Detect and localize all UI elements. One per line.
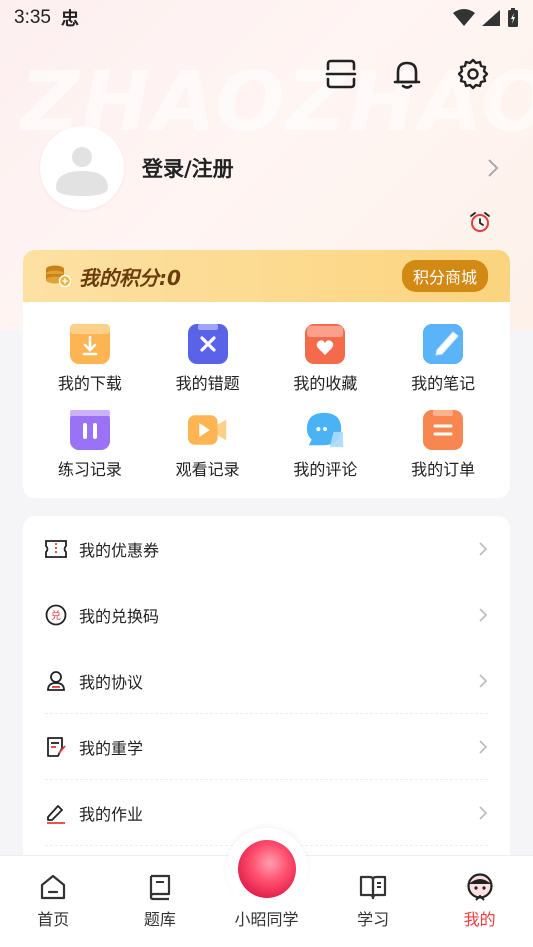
tab-label: 学习 [357,910,390,929]
grid-item-practice-record[interactable]: 练习记录 [31,410,149,480]
menu-label: 我的协议 [79,673,144,692]
assistant-floating-button[interactable] [226,828,308,910]
battery-icon [508,8,518,27]
top-toolbar [323,56,491,92]
favorite-box-icon [305,324,346,364]
grid-item-downloads[interactable]: 我的下载 [31,324,149,394]
grid-label: 观看记录 [175,460,240,479]
menu-label: 我的作业 [79,805,144,824]
default-avatar-icon [56,147,108,196]
chevron-right-icon [479,806,488,820]
svg-text:兑: 兑 [51,609,61,622]
menu-label: 我的重学 [79,739,144,758]
menu-item-coupons[interactable]: 我的优惠券 [23,516,510,582]
coupon-icon [45,538,67,560]
grid-item-notes[interactable]: 我的笔记 [384,324,502,394]
chevron-right-icon [479,542,488,556]
scan-button[interactable] [323,56,359,92]
grid-label: 练习记录 [57,460,122,479]
status-time: 3:35 [14,7,51,28]
feature-grid: 我的下载 我的错题 我的收藏 我的笔记 练习记录 观看记录 我的评论 我的订单 [23,302,510,480]
grid-item-comments[interactable]: 我的评论 [267,410,385,480]
relearn-icon [45,736,67,758]
gear-icon [457,58,489,90]
chevron-right-icon [479,674,488,688]
wifi-icon [453,9,475,26]
homework-icon [45,802,67,824]
menu-list: 我的优惠券 兑 我的兑换码 我的协议 我的重学 我的作业 [23,516,510,876]
grid-label: 我的笔记 [411,374,476,393]
grid-item-favorites[interactable]: 我的收藏 [267,324,385,394]
menu-item-relearn[interactable]: 我的重学 [23,714,510,780]
profile-face-icon [467,873,493,901]
scan-icon [325,59,357,89]
signal-icon [482,10,500,26]
tab-label: 题库 [143,910,176,929]
chevron-right-icon [479,608,488,622]
tab-mine[interactable]: 我的 [426,856,533,947]
login-register-link[interactable]: 登录/注册 [142,153,234,183]
study-book-icon [359,875,387,900]
profile-header[interactable]: 登录/注册 [40,126,500,210]
points-mall-button[interactable]: 积分商城 [401,260,488,292]
points-header: 我的积分:0 积分商城 [23,250,510,302]
download-folder-icon [69,324,110,364]
grid-label: 我的错题 [175,374,240,393]
menu-label: 我的兑换码 [79,607,160,626]
alarm-clock-icon[interactable] [469,211,491,233]
tab-label: 我的 [463,910,496,929]
tab-home[interactable]: 首页 [0,856,107,947]
status-bar: 3:35 忠 [0,0,533,36]
redeem-code-icon: 兑 [45,604,67,626]
tab-study[interactable]: 学习 [320,856,427,947]
menu-item-agreement[interactable]: 我的协议 [23,648,510,714]
chevron-right-icon [479,740,488,754]
bell-icon [393,61,421,89]
video-record-icon [187,410,228,450]
menu-label: 我的优惠券 [79,541,160,560]
avatar[interactable] [40,126,124,210]
practice-record-icon [69,410,110,450]
menu-item-redeem-code[interactable]: 兑 我的兑换码 [23,582,510,648]
status-app-glyph: 忠 [60,9,79,30]
assistant-ball-icon [238,840,296,898]
settings-button[interactable] [455,56,491,92]
tab-label: 首页 [37,910,70,929]
agreement-icon [45,670,67,692]
comment-bubble-icon [305,410,345,450]
grid-item-wrong-questions[interactable]: 我的错题 [149,324,267,394]
points-balance: 我的积分:0 [79,265,181,290]
grid-label: 我的收藏 [293,374,358,393]
chevron-right-icon [488,159,499,177]
question-bank-icon [149,874,170,901]
notification-button[interactable] [389,56,425,92]
grid-label: 我的订单 [411,460,476,479]
wrong-question-icon [187,324,228,364]
order-icon [423,410,464,450]
tab-question-bank[interactable]: 题库 [107,856,214,947]
coins-icon [46,265,71,288]
grid-label: 我的评论 [293,460,358,479]
notes-icon [423,324,464,364]
grid-item-orders[interactable]: 我的订单 [384,410,502,480]
points-card: 我的积分:0 积分商城 我的下载 我的错题 我的收藏 我的笔记 练习记录 观看记… [23,250,510,498]
grid-label: 我的下载 [57,374,122,393]
status-icons [453,8,519,28]
home-icon [41,874,66,900]
grid-item-watch-record[interactable]: 观看记录 [149,410,267,480]
